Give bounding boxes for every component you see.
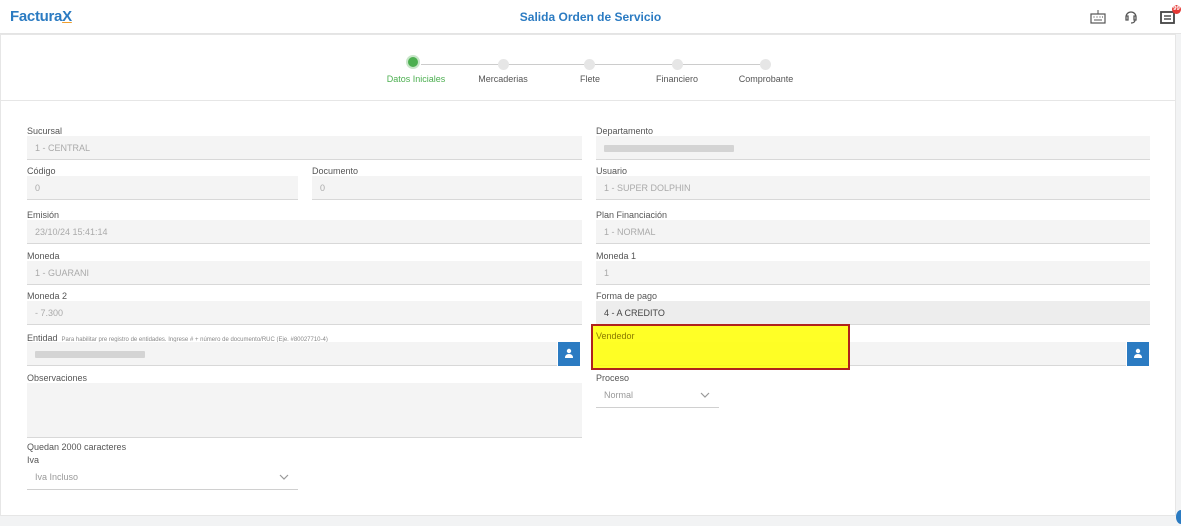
- departamento-label: Departamento: [596, 126, 654, 136]
- proceso-select[interactable]: Normal: [596, 383, 719, 408]
- codigo-label: Código: [27, 166, 56, 176]
- observaciones-textarea[interactable]: [27, 383, 582, 438]
- user-icon: [1134, 349, 1142, 359]
- entidad-field[interactable]: [27, 342, 557, 366]
- usuario-field[interactable]: 1 - SUPER DOLPHIN: [596, 176, 1150, 200]
- step-label-mercaderias[interactable]: Mercaderias: [453, 74, 553, 84]
- wizard-stepper: Datos Iniciales Mercaderias Flete Financ…: [1, 35, 1175, 101]
- forma-pago-label: Forma de pago: [596, 291, 658, 301]
- user-icon: [565, 349, 573, 359]
- entidad-search-button[interactable]: [558, 342, 580, 366]
- iva-select-value: Iva Incluso: [35, 472, 79, 482]
- proceso-label: Proceso: [596, 373, 630, 383]
- quedan-caracteres: Quedan 2000 caracteres: [27, 442, 127, 452]
- forma-pago-field[interactable]: 4 - A CREDITO: [596, 301, 1150, 325]
- codigo-field[interactable]: 0: [27, 176, 298, 200]
- redacted-value: [604, 145, 734, 153]
- step-label-flete[interactable]: Flete: [540, 74, 640, 84]
- step-label-comprobante[interactable]: Comprobante: [716, 74, 816, 84]
- chevron-down-icon: [279, 474, 289, 480]
- sucursal-field[interactable]: 1 - CENTRAL: [27, 136, 582, 160]
- step-dot-mercaderias[interactable]: [498, 59, 509, 70]
- step-label-financiero[interactable]: Financiero: [627, 74, 727, 84]
- plan-financiacion-label: Plan Financiación: [596, 210, 668, 220]
- redacted-value: [35, 351, 145, 359]
- departamento-field[interactable]: [596, 136, 1150, 160]
- iva-label: Iva: [27, 455, 40, 465]
- emision-label: Emisión: [27, 210, 60, 220]
- scroll-to-top-button[interactable]: [1176, 510, 1181, 524]
- iva-select[interactable]: Iva Incluso: [27, 465, 298, 490]
- emision-field[interactable]: 23/10/24 15:41:14: [27, 220, 582, 244]
- top-bar: FacturaX Salida Orden de Servicio 99: [0, 0, 1181, 34]
- moneda2-field[interactable]: - 7.300: [27, 301, 582, 325]
- step-dot-datos-iniciales[interactable]: [406, 55, 420, 69]
- sucursal-label: Sucursal: [27, 126, 63, 136]
- moneda1-field[interactable]: 1: [596, 261, 1150, 285]
- observaciones-label: Observaciones: [27, 373, 88, 383]
- page-title: Salida Orden de Servicio: [519, 10, 662, 24]
- support-icon[interactable]: [1122, 8, 1140, 26]
- moneda-label: Moneda: [27, 251, 60, 261]
- moneda-field[interactable]: 1 - GUARANI: [27, 261, 582, 285]
- plan-financiacion-field[interactable]: 1 - NORMAL: [596, 220, 1150, 244]
- step-dot-comprobante[interactable]: [760, 59, 771, 70]
- usuario-label: Usuario: [596, 166, 628, 176]
- keyboard-icon[interactable]: [1089, 8, 1107, 26]
- vendedor-search-button[interactable]: [1127, 342, 1149, 366]
- documento-label: Documento: [312, 166, 359, 176]
- moneda1-label: Moneda 1: [596, 251, 637, 261]
- proceso-select-value: Normal: [604, 390, 634, 400]
- step-dot-financiero[interactable]: [672, 59, 683, 70]
- documento-field[interactable]: 0: [312, 176, 582, 200]
- moneda2-label: Moneda 2: [27, 291, 68, 301]
- chevron-down-icon: [700, 392, 710, 398]
- vendedor-label: Vendedor: [596, 331, 635, 341]
- step-label-datos-iniciales[interactable]: Datos Iniciales: [366, 74, 466, 84]
- notification-badge: 99: [1172, 5, 1181, 14]
- step-dot-flete[interactable]: [584, 59, 595, 70]
